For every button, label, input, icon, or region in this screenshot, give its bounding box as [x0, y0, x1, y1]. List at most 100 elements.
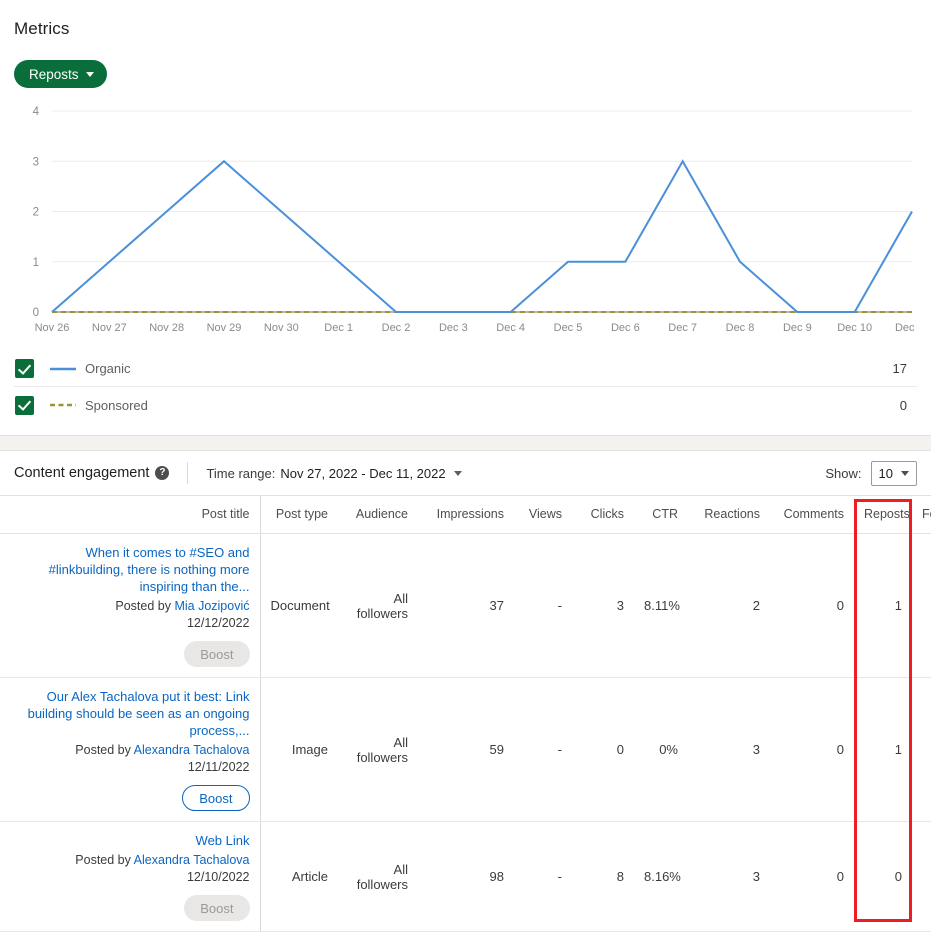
table-row: When it comes to #SEO and #linkbuilding,…: [0, 533, 931, 678]
cell-comments: 0: [770, 677, 854, 822]
cell-audience: All followers: [338, 533, 418, 678]
metrics-chart: 0 1 2 3 4 Nov 26 Nov 27 Nov 28 Nov 29 Nov 30 Dec …: [14, 100, 917, 345]
svg-text:Nov 26: Nov 26: [35, 322, 70, 334]
svg-text:Dec 2: Dec 2: [382, 322, 411, 334]
cell-clicks: 0: [572, 677, 634, 822]
metric-selector-row: Reposts: [14, 60, 917, 88]
chevron-down-icon: [901, 470, 909, 476]
column-header-clicks[interactable]: Clicks: [572, 496, 634, 534]
post-date: 12/11/2022: [187, 760, 250, 774]
time-range-selector[interactable]: Time range: Nov 27, 2022 - Dec 11, 2022: [206, 465, 462, 481]
legend-label-sponsored: Sponsored: [85, 397, 148, 413]
posted-by-label: Posted by: [75, 743, 134, 757]
show-count-value: 10: [878, 465, 893, 481]
post-title-link[interactable]: When it comes to #SEO and #linkbuilding,…: [10, 544, 250, 595]
post-date: 12/12/2022: [186, 616, 250, 630]
boost-button[interactable]: Boost: [182, 785, 250, 811]
posted-by-label: Posted by: [115, 599, 175, 613]
column-header-comments[interactable]: Comments: [770, 496, 854, 534]
svg-text:Nov 27: Nov 27: [92, 322, 127, 334]
table-row: Our Alex Tachalova put it best: Link bui…: [0, 677, 931, 822]
metric-selector-button[interactable]: Reposts: [14, 60, 107, 88]
cell-clicks: 8: [572, 821, 634, 932]
column-header-views[interactable]: Views: [514, 496, 572, 534]
cell-follows: -: [912, 677, 931, 822]
legend-line-sponsored: [50, 403, 76, 407]
chart-x-tick-labels: Nov 26 Nov 27 Nov 28 Nov 29 Nov 30 Dec 1 Dec 2…: [35, 322, 917, 334]
legend-value-organic: 17: [892, 361, 907, 376]
svg-text:3: 3: [33, 156, 39, 168]
cell-post-title: Web Link Posted by Alexandra Tachalova 12/…: [0, 821, 261, 932]
cell-ctr: 8.16%: [634, 821, 688, 932]
cell-comments: 0: [770, 821, 854, 932]
post-author-link[interactable]: Alexandra Tachalova: [134, 743, 250, 757]
boost-button: Boost: [184, 641, 250, 667]
post-title-link[interactable]: Web Link: [10, 832, 250, 849]
content-engagement-table: Post title Post type Audience Impression…: [0, 496, 931, 932]
cell-impressions: 59: [418, 677, 514, 822]
cell-views: -: [514, 821, 572, 932]
cell-audience: All followers: [338, 821, 418, 932]
chart-line-organic: [51, 159, 913, 313]
show-control-group: Show: 10: [825, 460, 917, 486]
content-engagement-toolbar: Content engagement ? Time range: Nov 27,…: [0, 451, 931, 495]
svg-text:Nov 29: Nov 29: [207, 322, 242, 334]
cell-impressions: 98: [418, 821, 514, 932]
legend-label-organic: Organic: [85, 361, 131, 376]
chevron-down-icon: [453, 470, 462, 476]
time-range-label: Time range:: [206, 465, 276, 481]
table-body: When it comes to #SEO and #linkbuilding,…: [0, 533, 931, 932]
column-header-reposts[interactable]: Reposts: [854, 496, 912, 534]
column-header-impressions[interactable]: Impressions: [418, 496, 514, 534]
column-header-audience[interactable]: Audience: [338, 496, 418, 534]
chart-y-tick-labels: 0 1 2 3 4: [33, 106, 40, 319]
chart-gridlines: [52, 110, 912, 313]
svg-text:Nov 30: Nov 30: [264, 322, 299, 334]
svg-text:Nov 28: Nov 28: [149, 322, 184, 334]
help-circle-icon[interactable]: ?: [155, 466, 170, 480]
show-count-select[interactable]: 10: [870, 460, 917, 486]
chart-svg: 0 1 2 3 4 Nov 26 Nov 27 Nov 28 Nov 29 Nov 30 Dec …: [33, 106, 917, 334]
table-header-row: Post title Post type Audience Impression…: [0, 496, 931, 534]
chevron-down-icon: [85, 71, 94, 77]
post-author-link[interactable]: Mia Jozipović: [174, 599, 249, 613]
time-range-value: Nov 27, 2022 - Dec 11, 2022: [280, 465, 446, 481]
svg-text:0: 0: [33, 307, 39, 319]
posted-by-line: Posted by Mia Jozipović: [10, 599, 249, 613]
post-title-link[interactable]: Our Alex Tachalova put it best: Link bui…: [10, 688, 250, 739]
show-label: Show:: [825, 465, 862, 481]
legend-item-organic[interactable]: Organic 17: [14, 351, 917, 387]
svg-text:Dec 7: Dec 7: [668, 322, 697, 334]
cell-follows: -: [912, 821, 931, 932]
metric-selector-label: Reposts: [29, 66, 79, 82]
post-author-link[interactable]: Alexandra Tachalova: [134, 853, 250, 867]
cell-post-type: Document: [260, 533, 338, 678]
content-engagement-title-group: Content engagement ?: [14, 465, 170, 481]
column-header-follows[interactable]: Follows: [912, 496, 931, 534]
toolbar-divider: [187, 462, 189, 484]
cell-follows: -: [912, 533, 931, 678]
checkbox-sponsored[interactable]: [15, 395, 34, 415]
legend-line-organic: [50, 367, 76, 370]
checkbox-organic[interactable]: [15, 359, 34, 378]
svg-text:Dec 1: Dec 1: [324, 322, 353, 334]
content-engagement-title: Content engagement: [14, 465, 150, 481]
cell-post-type: Article: [260, 821, 338, 932]
table-header: Post title Post type Audience Impression…: [0, 496, 931, 534]
cell-audience: All followers: [338, 677, 418, 822]
svg-text:Dec 4: Dec 4: [496, 322, 525, 334]
svg-text:Dec 6: Dec 6: [611, 322, 640, 334]
cell-reposts: 0: [854, 821, 912, 932]
legend-item-sponsored[interactable]: Sponsored 0: [14, 387, 917, 423]
column-header-post-type[interactable]: Post type: [260, 496, 338, 534]
column-header-post-title[interactable]: Post title: [0, 496, 261, 534]
column-header-ctr[interactable]: CTR: [634, 496, 688, 534]
svg-text:Dec 8: Dec 8: [726, 322, 755, 334]
posted-by-line: Posted by Alexandra Tachalova: [10, 853, 250, 867]
column-header-reactions[interactable]: Reactions: [688, 496, 770, 534]
cell-views: -: [514, 533, 572, 678]
cell-ctr: 8.11%: [634, 533, 688, 678]
posted-by-line: Posted by Alexandra Tachalova: [10, 743, 250, 757]
table-row: Web Link Posted by Alexandra Tachalova 12/…: [0, 821, 931, 932]
cell-ctr: 0%: [634, 677, 688, 822]
